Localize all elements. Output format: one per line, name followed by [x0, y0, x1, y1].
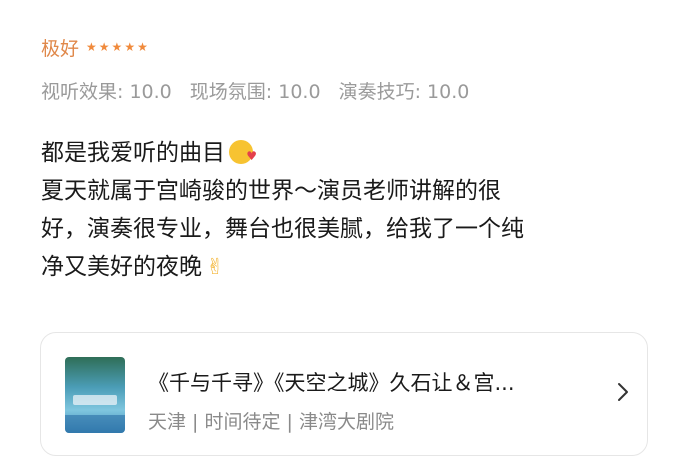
rating-label: 极好: [41, 37, 80, 60]
star-icon: ★: [98, 40, 110, 54]
score-audiovisual: 视听效果: 10.0: [41, 81, 172, 103]
score-breakdown: 视听效果: 10.0 现场氛围: 10.0 演奏技巧: 10.0: [41, 77, 481, 104]
star-icon: ★: [111, 40, 123, 54]
star-icon: ★: [137, 40, 148, 54]
star-rating: ★ ★ ★ ★ ★: [86, 41, 148, 53]
review-line: 夏天就属于宫崎骏的世界～演员老师讲解的很: [41, 178, 501, 204]
rating-row: 极好 ★ ★ ★ ★ ★: [41, 35, 148, 60]
event-title: 《千与千寻》《天空之城》久石让＆宫...: [148, 371, 515, 395]
review-line: 都是我爱听的曲目: [41, 134, 661, 175]
score-performance: 演奏技巧: 10.0: [338, 81, 470, 103]
kiss-emoji-icon: [229, 137, 257, 175]
victory-hand-emoji-icon: ✌: [206, 255, 225, 280]
star-icon: ★: [124, 40, 136, 54]
chevron-right-icon: [618, 383, 628, 401]
review-line: 好，演奏很专业，舞台也很美腻，给我了一个纯: [41, 216, 524, 242]
review-text: 都是我爱听的曲目 夏天就属于宫崎骏的世界～演员老师讲解的很 好，演奏很专业，舞台…: [41, 134, 661, 287]
event-meta: 天津 | 时间待定 | 津湾大剧院: [148, 411, 394, 433]
score-atmosphere: 现场氛围: 10.0: [189, 81, 321, 103]
event-card[interactable]: 《千与千寻》《天空之城》久石让＆宫... 天津 | 时间待定 | 津湾大剧院: [40, 332, 648, 456]
event-poster-image: [65, 357, 125, 433]
review-line: 净又美好的夜晚 ✌: [41, 248, 661, 287]
star-icon: ★: [86, 40, 97, 54]
